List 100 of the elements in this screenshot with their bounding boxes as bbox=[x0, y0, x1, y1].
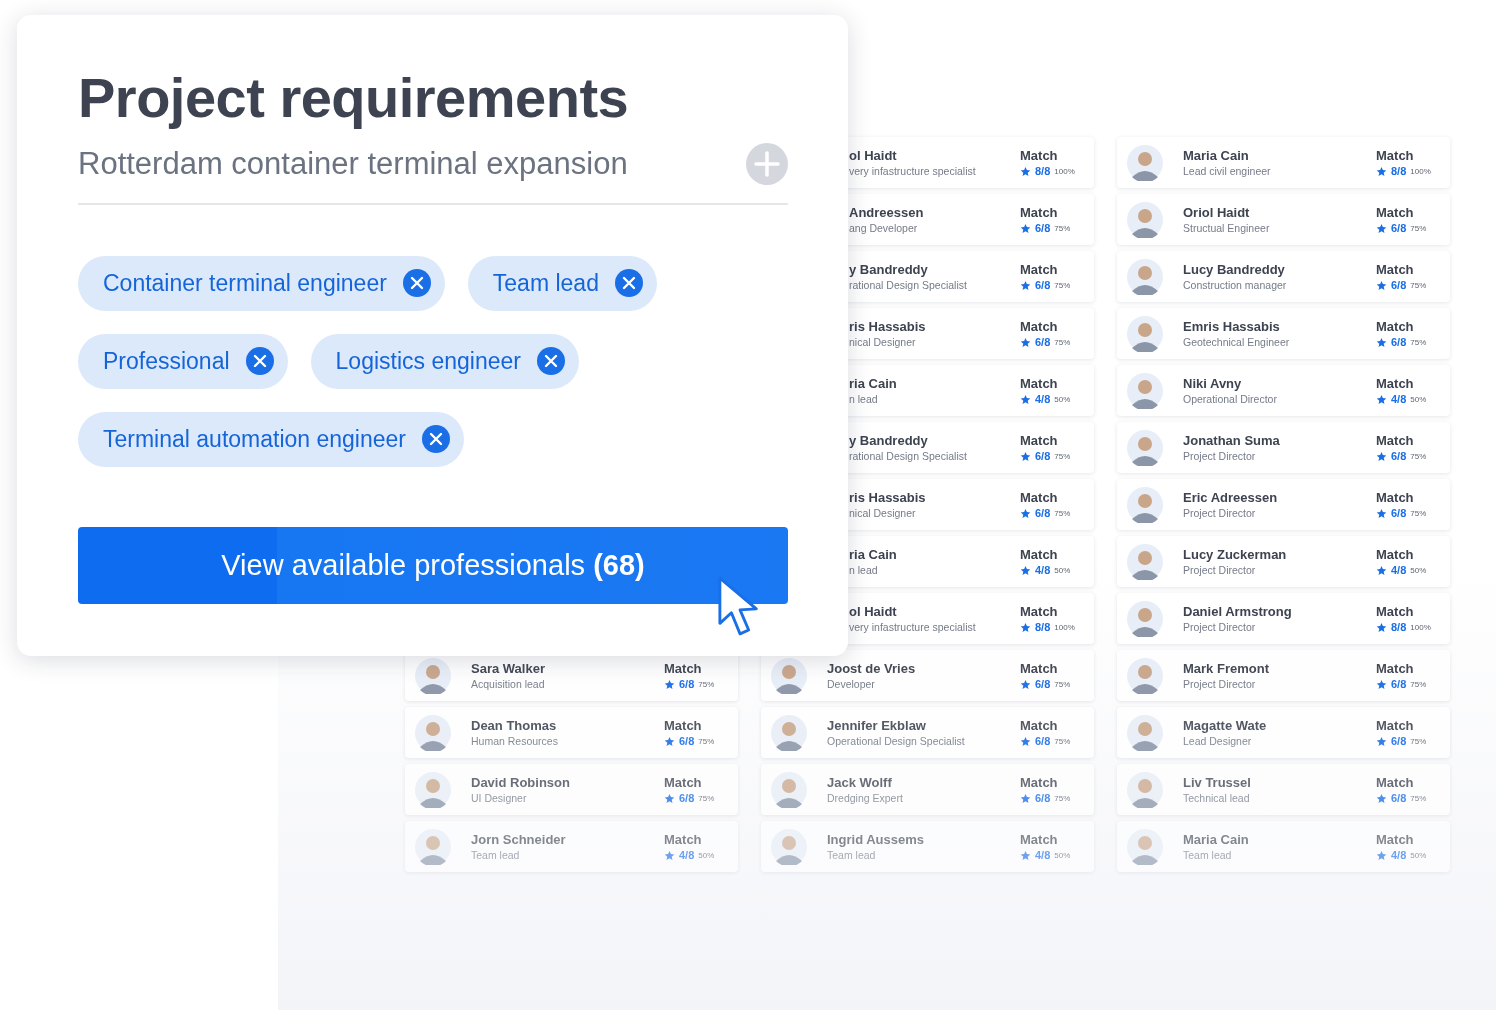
candidate-name: Jorn Schneider bbox=[471, 832, 566, 847]
candidate-card[interactable]: David Robinson UI Designer Match 6/8 75% bbox=[405, 764, 738, 815]
candidate-name: ria Cain bbox=[849, 547, 897, 562]
candidate-card[interactable]: Emris Hassabis Geotechnical Engineer Match 6/8 75% bbox=[1117, 308, 1450, 359]
candidate-role: Project Director bbox=[1183, 678, 1256, 690]
candidate-role: rational Design Specialist bbox=[849, 279, 967, 291]
match-percent: 75% bbox=[1054, 280, 1071, 290]
match-percent: 100% bbox=[1054, 622, 1075, 632]
candidate-name: ris Hassabis bbox=[849, 490, 926, 505]
candidate-name: Sara Walker bbox=[471, 661, 545, 676]
match-score: 4/8 bbox=[1035, 393, 1051, 405]
avatar bbox=[1127, 771, 1163, 808]
match-percent: 75% bbox=[1410, 223, 1427, 233]
candidate-name: Jonathan Suma bbox=[1183, 433, 1280, 448]
candidate-card[interactable]: Mark Fremont Project Director Match 6/8 75% bbox=[1117, 650, 1450, 701]
match-percent: 75% bbox=[1410, 508, 1427, 518]
match-percent: 75% bbox=[698, 736, 715, 746]
candidate-card[interactable]: Jack Wolff Dredging Expert Match 6/8 75% bbox=[761, 764, 1094, 815]
candidate-card[interactable]: Maria Cain Team lead Match 4/8 50% bbox=[1117, 821, 1450, 872]
candidate-card[interactable]: Daniel Armstrong Project Director Match 8/8 100% bbox=[1117, 593, 1450, 644]
candidate-card[interactable]: Lucy Zuckerman Project Director Match 4/8 50% bbox=[1117, 536, 1450, 587]
candidate-name: Jennifer Ekblaw bbox=[827, 718, 926, 733]
candidate-role: Human Resources bbox=[471, 735, 558, 747]
requirement-tag[interactable]: Team lead bbox=[467, 255, 657, 311]
candidate-name: Ingrid Aussems bbox=[827, 832, 925, 847]
avatar bbox=[415, 714, 451, 751]
star-icon bbox=[1376, 450, 1387, 462]
star-icon bbox=[1376, 336, 1387, 348]
star-icon bbox=[1376, 678, 1387, 690]
candidate-name: David Robinson bbox=[471, 775, 570, 790]
candidate-card[interactable]: Liv Trussel Technical lead Match 6/8 75% bbox=[1117, 764, 1450, 815]
match-score: 8/8 bbox=[1391, 621, 1407, 633]
avatar bbox=[415, 657, 451, 694]
tag-label: Container terminal engineer bbox=[103, 269, 387, 297]
candidate-card[interactable]: Magatte Wate Lead Designer Match 6/8 75% bbox=[1117, 707, 1450, 758]
match-score: 6/8 bbox=[1391, 507, 1407, 519]
star-icon bbox=[1376, 564, 1387, 576]
candidate-name: Jack Wolff bbox=[827, 775, 892, 790]
match-label: Match bbox=[1020, 718, 1058, 733]
match-percent: 75% bbox=[1054, 793, 1071, 803]
requirement-tag[interactable]: Logistics engineer bbox=[310, 333, 579, 389]
requirement-tag[interactable]: Professional bbox=[78, 333, 288, 389]
match-percent: 75% bbox=[1054, 337, 1071, 347]
candidate-card[interactable]: Jennifer Ekblaw Operational Design Specialist Match 6/8 75% bbox=[761, 707, 1094, 758]
match-percent: 75% bbox=[1054, 451, 1071, 461]
match-label: Match bbox=[1376, 490, 1414, 505]
avatar bbox=[1127, 657, 1163, 694]
candidate-role: Team lead bbox=[471, 849, 520, 861]
avatar bbox=[1127, 828, 1163, 865]
candidate-name: Andreessen bbox=[849, 205, 924, 220]
avatar bbox=[1127, 600, 1163, 637]
candidate-name: ria Cain bbox=[849, 376, 897, 391]
candidate-card[interactable]: Jorn Schneider Team lead Match 4/8 50% bbox=[405, 821, 738, 872]
match-percent: 50% bbox=[1410, 565, 1427, 575]
match-percent: 75% bbox=[1410, 451, 1427, 461]
match-score: 6/8 bbox=[1035, 735, 1051, 747]
candidate-card[interactable]: Lucy Bandreddy Construction manager Match 6/8 75% bbox=[1117, 251, 1450, 302]
candidate-card[interactable]: Eric Adreessen Project Director Match 6/8 75% bbox=[1117, 479, 1450, 530]
view-professionals-button[interactable]: View available professionals (68) bbox=[78, 526, 788, 604]
candidate-role: very infastructure specialist bbox=[849, 621, 976, 633]
candidate-role: Construction manager bbox=[1183, 279, 1287, 291]
match-label: Match bbox=[1376, 433, 1414, 448]
candidate-role: Project Director bbox=[1183, 621, 1256, 633]
candidate-card[interactable]: Ingrid Aussems Team lead Match 4/8 50% bbox=[761, 821, 1094, 872]
candidate-card[interactable]: Maria Cain Lead civil engineer Match 8/8 100% bbox=[1117, 137, 1450, 188]
remove-icon[interactable] bbox=[614, 269, 643, 298]
match-label: Match bbox=[1020, 832, 1058, 847]
remove-icon[interactable] bbox=[245, 347, 274, 376]
match-label: Match bbox=[1020, 148, 1058, 163]
match-score: 4/8 bbox=[1391, 564, 1407, 576]
candidate-card[interactable]: Jonathan Suma Project Director Match 6/8 75% bbox=[1117, 422, 1450, 473]
candidate-card[interactable]: Oriol Haidt Structual Engineer Match 6/8 75% bbox=[1117, 194, 1450, 245]
match-score: 6/8 bbox=[1035, 279, 1051, 291]
candidate-name: Daniel Armstrong bbox=[1183, 604, 1292, 619]
match-label: Match bbox=[1020, 262, 1058, 277]
match-score: 6/8 bbox=[1035, 450, 1051, 462]
match-label: Match bbox=[1376, 604, 1414, 619]
star-icon bbox=[664, 792, 675, 804]
star-icon bbox=[1020, 336, 1031, 348]
avatar bbox=[1127, 429, 1163, 466]
remove-icon[interactable] bbox=[422, 425, 450, 454]
requirement-tag[interactable]: Terminal automation engineer bbox=[78, 411, 464, 467]
match-percent: 75% bbox=[698, 793, 715, 803]
match-label: Match bbox=[664, 718, 702, 733]
avatar bbox=[1127, 486, 1163, 523]
candidate-card[interactable]: Niki Avny Operational Director Match 4/8 50% bbox=[1117, 365, 1450, 416]
match-percent: 50% bbox=[1054, 850, 1071, 860]
candidate-name: Mark Fremont bbox=[1183, 661, 1269, 676]
remove-icon[interactable] bbox=[537, 347, 565, 376]
star-icon bbox=[1020, 222, 1031, 234]
candidate-role: n lead bbox=[849, 393, 878, 405]
match-score: 8/8 bbox=[1035, 621, 1051, 633]
remove-icon[interactable] bbox=[402, 269, 431, 298]
tag-label: Professional bbox=[103, 347, 230, 375]
candidate-name: Niki Avny bbox=[1183, 376, 1242, 391]
candidate-card[interactable]: Dean Thomas Human Resources Match 6/8 75% bbox=[405, 707, 738, 758]
candidate-role: Project Director bbox=[1183, 564, 1256, 576]
candidate-card[interactable]: Joost de Vries Developer Match 6/8 75% bbox=[761, 650, 1094, 701]
candidate-name: ol Haidt bbox=[849, 604, 897, 619]
requirement-tag[interactable]: Container terminal engineer bbox=[78, 255, 445, 311]
